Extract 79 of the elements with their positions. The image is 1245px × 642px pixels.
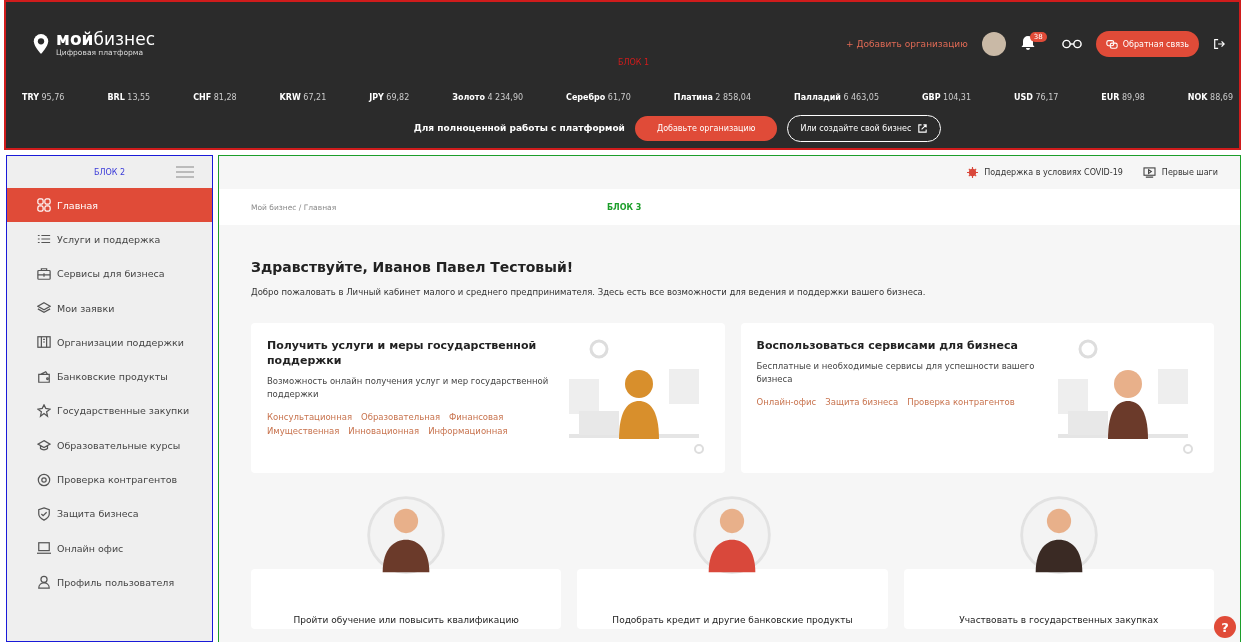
exchange-rate: USD 76,17 xyxy=(1014,92,1059,102)
block-annotation: БЛОК 1 xyxy=(618,58,650,67)
sidebar-item[interactable]: Защита бизнеса xyxy=(7,496,212,531)
first-steps-link[interactable]: Первые шаги xyxy=(1142,167,1218,178)
chat-icon xyxy=(1105,38,1118,50)
bell-icon[interactable] xyxy=(1019,35,1036,51)
logo-text[interactable]: мойбизнес xyxy=(56,31,155,48)
category-link[interactable]: Консультационная xyxy=(267,411,353,422)
action-card[interactable]: Участвовать в государственных закупках xyxy=(903,569,1214,629)
card-description: Возможность онлайн получения услуг и мер государственной поддержки xyxy=(267,374,550,402)
stack-icon xyxy=(37,301,51,316)
laptop-icon xyxy=(37,541,51,556)
building-icon xyxy=(37,335,51,350)
target-icon xyxy=(37,472,51,487)
category-link[interactable]: Финансовая xyxy=(449,411,504,422)
card-title: Подобрать кредит и другие банковские продукты xyxy=(612,615,853,625)
feedback-button[interactable]: Обратная связь xyxy=(1095,31,1199,57)
sidebar-item[interactable]: Государственные закупки xyxy=(7,393,212,429)
card-title: Пройти обучение или повысить квалификацию xyxy=(293,615,519,625)
help-button[interactable]: ? xyxy=(1214,616,1236,638)
sidebar-item[interactable]: Главная xyxy=(7,188,212,223)
card-title: Участвовать в государственных закупках xyxy=(959,615,1159,625)
category-link[interactable]: Информационная xyxy=(428,425,508,436)
star-icon xyxy=(37,403,51,418)
greeting-heading: Здравствуйте, Иванов Павел Тестовый! xyxy=(251,259,575,275)
person-icon xyxy=(37,575,51,590)
external-link-icon xyxy=(917,122,929,134)
sidebar-item[interactable]: Сервисы для бизнеса xyxy=(7,256,212,291)
action-card[interactable]: Пройти обучение или повысить квалификацию xyxy=(251,569,562,629)
exchange-rate: EUR 89,98 xyxy=(1101,92,1145,102)
pin-icon xyxy=(32,33,50,55)
glasses-icon[interactable] xyxy=(1061,39,1082,49)
exchange-rate: KRW 67,21 xyxy=(279,92,327,102)
add-organization-link[interactable]: + Добавить организацию xyxy=(846,39,968,49)
card-title: Воспользоваться сервисами для бизнеса xyxy=(756,339,1019,354)
category-link[interactable]: Проверка контрагентов xyxy=(907,397,1015,408)
welcome-text: Добро пожаловать в Личный кабинет малого и среднего предпринимателя. Здесь есть все возможности для ведения и поддержки вашего бизнеса. xyxy=(251,287,927,297)
logout-icon[interactable] xyxy=(1213,38,1225,50)
card-title: Получить услуги и меры государственной поддержки xyxy=(267,339,538,369)
video-icon xyxy=(1142,167,1156,178)
exchange-rate: Палладий 6 463,05 xyxy=(793,92,879,102)
sidebar-item[interactable]: Образовательные курсы xyxy=(7,428,212,463)
sidebar-item[interactable]: Организации поддержки xyxy=(7,325,212,360)
exchange-rate: TRY 95,76 xyxy=(22,92,65,102)
briefcase-icon xyxy=(37,266,51,281)
exchange-rate: Золото 4 234,90 xyxy=(452,92,524,102)
block-annotation: БЛОК 2 xyxy=(93,167,126,177)
category-link[interactable]: Имущественная xyxy=(267,425,340,436)
covid-support-link[interactable]: Поддержка в условиях COVID-19 xyxy=(967,167,1123,178)
card-description: Бесплатные и необходимые сервисы для успешности вашего бизнеса xyxy=(756,359,1036,387)
exchange-rate: Платина 2 858,04 xyxy=(673,92,751,102)
shield-icon xyxy=(37,506,51,521)
exchange-rate: CHF 81,28 xyxy=(193,92,237,102)
exchange-rate: BRL 13,55 xyxy=(107,92,151,102)
wallet-icon xyxy=(37,369,51,384)
add-organization-button[interactable]: Добавьте организацию xyxy=(634,115,778,141)
sidebar-item[interactable]: Онлайн офис xyxy=(7,530,212,566)
category-link[interactable]: Онлайн-офис xyxy=(756,397,817,408)
category-link[interactable]: Образовательная xyxy=(361,411,441,422)
graduation-cap-icon xyxy=(37,438,51,453)
service-card[interactable]: Воспользоваться сервисами для бизнеса Бесплатные и необходимые сервисы для успешности вашего бизнеса Онлайн-офис Защита бизнеса Проверка контрагентов xyxy=(740,323,1214,473)
sidebar-item[interactable]: Проверка контрагентов xyxy=(7,462,212,497)
service-card[interactable] xyxy=(251,323,725,473)
sidebar-item[interactable]: Банковские продукты xyxy=(7,359,212,394)
cta-text: Для полноценной работы с платформой xyxy=(413,123,625,133)
avatar[interactable] xyxy=(981,32,1006,56)
exchange-rate: JPY 69,82 xyxy=(369,92,410,102)
sidebar-item[interactable]: Услуги и поддержка xyxy=(7,222,212,257)
grid-icon xyxy=(37,198,51,213)
exchange-rate: GBP 104,31 xyxy=(921,92,972,102)
exchange-rate: Серебро 61,70 xyxy=(566,92,631,102)
action-card[interactable]: Подобрать кредит и другие банковские продукты xyxy=(577,569,888,629)
sidebar-item[interactable]: Мои заявки xyxy=(7,290,212,326)
category-link[interactable]: Защита бизнеса xyxy=(825,397,899,408)
block-annotation: БЛОК 3 xyxy=(607,202,642,212)
category-link[interactable]: Инновационная xyxy=(348,425,420,436)
sidebar-item[interactable]: Профиль пользователя xyxy=(7,565,212,600)
virus-icon xyxy=(967,167,979,178)
exchange-rate: NOK 88,69 xyxy=(1187,92,1233,102)
